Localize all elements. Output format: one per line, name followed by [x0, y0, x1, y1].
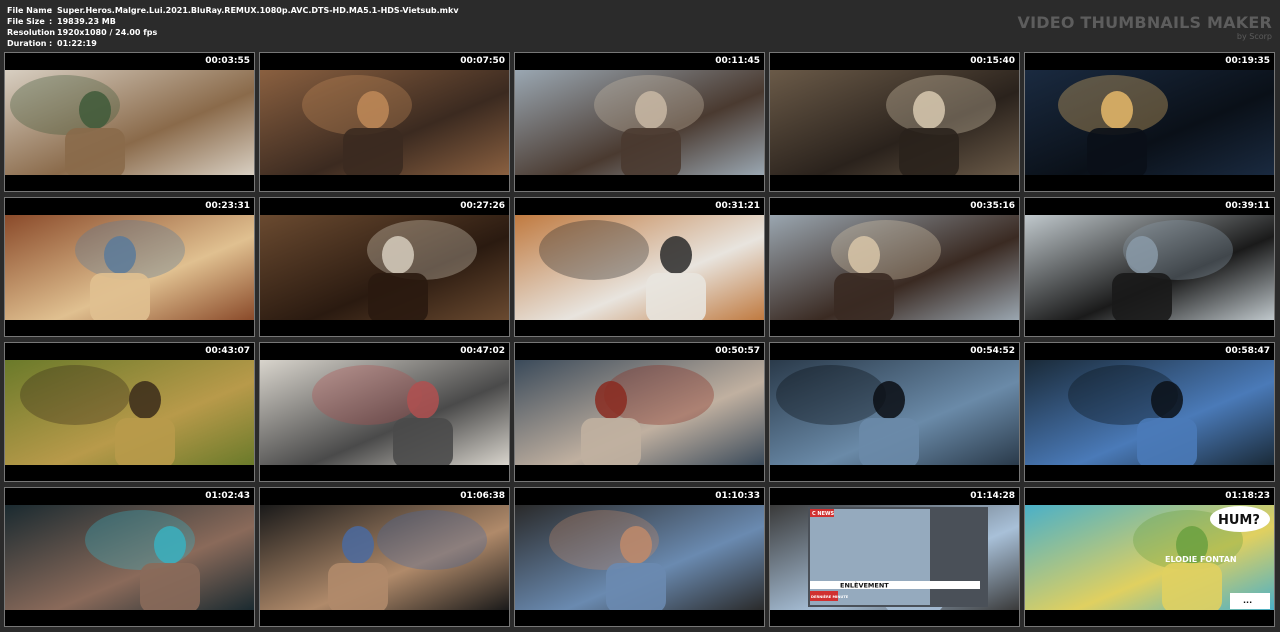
thumbnail-frame [260, 215, 509, 320]
file-info-value: 19839.23 MB [57, 17, 116, 26]
file-info-separator: : [49, 28, 53, 37]
thumbnail-timestamp: 00:23:31 [205, 201, 250, 211]
thumbnail-timestamp: 00:35:16 [970, 201, 1015, 211]
thumbnail-couple-sofa: 00:23:31 [4, 197, 255, 337]
file-info-value: Super.Heros.Malgre.Lui.2021.BluRay.REMUX… [57, 6, 459, 15]
file-info-label: Resolution [7, 28, 56, 37]
thumbnail-frame [770, 70, 1019, 175]
thumbnail-frame [1025, 70, 1274, 175]
thumbnail-timestamp: 00:43:07 [205, 346, 250, 356]
thumbnail-notebook-desk: 00:31:21 [514, 197, 765, 337]
brand-logo: VIDEO THUMBNAILS MAKER by Scorp [1017, 13, 1272, 42]
thumbnail-living-room-boxes: 00:03:55 [4, 52, 255, 192]
thumbnail-timestamp: 00:15:40 [970, 56, 1015, 66]
thumbnail-frame [260, 70, 509, 175]
brand-title: VIDEO THUMBNAILS MAKER [1017, 13, 1272, 32]
thumbnail-frame [515, 70, 764, 175]
news-badge: C NEWS [812, 511, 835, 517]
thumbnail-timestamp: 00:31:21 [715, 201, 760, 211]
thumbnail-frame [1025, 360, 1274, 465]
thumbnail-timestamp: 00:27:26 [460, 201, 505, 211]
thumbnail-group-night-street: 01:10:33 [514, 487, 765, 627]
thumbnail-timestamp: 01:06:38 [460, 491, 505, 501]
thumbnail-frame: HUM? ELODIE FONTAN... [1025, 505, 1274, 610]
thumbnail-frame [515, 215, 764, 320]
thumbnail-timestamp: 00:47:02 [460, 346, 505, 356]
thumbnail-timestamp: 01:18:23 [1225, 491, 1270, 501]
file-info-separator: : [49, 6, 53, 15]
file-info-separator: : [49, 39, 53, 48]
news-tag: DERNIÈRE MINUTE [811, 594, 849, 599]
thumbnail-timestamp: 00:11:45 [715, 56, 760, 66]
thumbnail-timestamp: 01:14:28 [970, 491, 1015, 501]
thumbnail-warehouse-night: 00:15:40 [769, 52, 1020, 192]
thumbnail-timestamp: 00:39:11 [1225, 201, 1270, 211]
thumbnail-timestamp: 00:07:50 [460, 56, 505, 66]
file-info-row: Resolution:1920x1080 / 24.00 fps [7, 27, 459, 38]
header: File Name: Super.Heros.Malgre.Lui.2021.Bl… [0, 0, 1280, 52]
thumbnail-timestamp: 00:03:55 [205, 56, 250, 66]
file-info-value: 1920x1080 / 24.00 fps [57, 28, 158, 37]
thumbnail-frame [5, 505, 254, 610]
thumbnail-timestamp: 00:50:57 [715, 346, 760, 356]
thumbnail-man-beanie-sofa: 00:07:50 [259, 52, 510, 192]
file-info-label: Duration [7, 39, 47, 48]
thumbnail-comic-woman: 01:18:23 HUM? ELODIE FONTAN... [1024, 487, 1275, 627]
thumbnail-timestamp: 00:54:52 [970, 346, 1015, 356]
thumbnail-frame [515, 360, 764, 465]
thumbnail-woman-in-car: 00:39:11 [1024, 197, 1275, 337]
thumbnail-frame: C NEWS ENLÈVEMENT DERNIÈRE MINUTE [770, 505, 1019, 610]
thumbnail-car-two-people: 00:35:16 [769, 197, 1020, 337]
thumbnail-timestamp: 01:02:43 [205, 491, 250, 501]
thumbnail-timestamp: 01:10:33 [715, 491, 760, 501]
file-info-separator: : [49, 17, 53, 26]
thumbnail-frame [5, 360, 254, 465]
file-info-row: File Name: Super.Heros.Malgre.Lui.2021.Bl… [7, 5, 459, 16]
thumbnail-woman-foliage: 00:43:07 [4, 342, 255, 482]
thumbnail-man-smiling: 00:27:26 [259, 197, 510, 337]
thumbnail-frame [260, 505, 509, 610]
thumbnail-man-driving-night: 01:02:43 [4, 487, 255, 627]
thumbnail-frame [1025, 215, 1274, 320]
thumbnail-man-doorway: 00:47:02 [259, 342, 510, 482]
thumbnail-frame [5, 70, 254, 175]
news-headline: ENLÈVEMENT [840, 581, 889, 590]
file-info: File Name: Super.Heros.Malgre.Lui.2021.Bl… [7, 5, 459, 49]
file-info-label: File Size [7, 17, 45, 26]
thumbnail-frame [770, 215, 1019, 320]
thumbnail-man-glasses-object: 01:06:38 [259, 487, 510, 627]
thumbnail-crowd-costume: 00:50:57 [514, 342, 765, 482]
thumbnail-frame [5, 215, 254, 320]
thumbnail-night-road-van: 00:58:47 [1024, 342, 1275, 482]
thumbnail-frame [515, 505, 764, 610]
thumbnail-timestamp: 00:19:35 [1225, 56, 1270, 66]
thumbnail-child-hoodie-car: 00:54:52 [769, 342, 1020, 482]
file-info-row: Duration:01:22:19 [7, 38, 459, 49]
thumbnail-timestamp: 00:58:47 [1225, 346, 1270, 356]
thumbnail-man-close-up-room: 00:11:45 [514, 52, 765, 192]
file-info-row: File Size:19839.23 MB [7, 16, 459, 27]
file-info-value: 01:22:19 [57, 39, 97, 48]
comic-bubble: HUM? [1218, 513, 1260, 528]
thumbnail-news-tv-screen: 01:14:28 C NEWS ENLÈVEMENT DERNIÈRE MINUTE [769, 487, 1020, 627]
thumbnail-frame [770, 360, 1019, 465]
comic-name: ELODIE FONTAN [1165, 555, 1237, 564]
thumbnail-street-night: 00:19:35 [1024, 52, 1275, 192]
comic-dots: ... [1243, 596, 1252, 605]
brand-subtitle: by Scorp [1236, 32, 1272, 41]
thumbnail-frame [260, 360, 509, 465]
file-info-label: File Name [7, 6, 53, 15]
